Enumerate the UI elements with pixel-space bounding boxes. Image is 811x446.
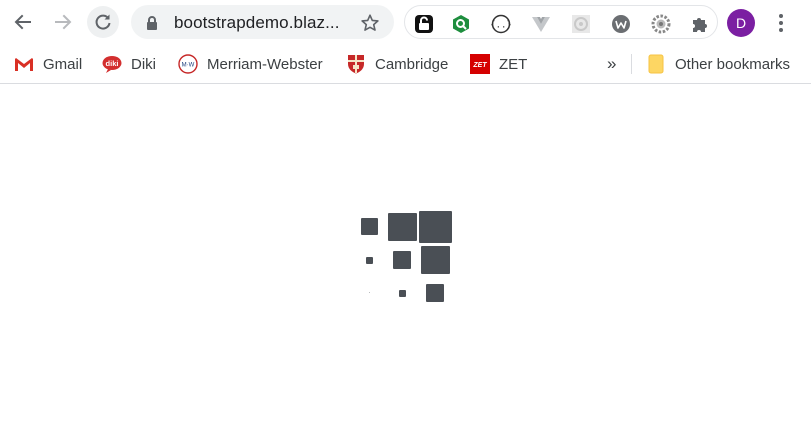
bookmark-label: Diki bbox=[131, 55, 156, 73]
extension-lock[interactable] bbox=[414, 14, 434, 34]
bookmarks-separator bbox=[631, 54, 632, 74]
bookmark-zet[interactable]: ZET ZET bbox=[470, 52, 527, 76]
bookmark-gmail[interactable]: Gmail bbox=[14, 52, 82, 76]
kebab-menu-icon bbox=[779, 14, 783, 32]
page-content bbox=[0, 85, 811, 446]
cambridge-icon bbox=[346, 54, 366, 74]
bookmark-other-folder[interactable]: Other bookmarks bbox=[646, 52, 790, 76]
extension-json[interactable]: {..} bbox=[491, 14, 511, 34]
loader-square bbox=[388, 213, 417, 241]
extension-pattern[interactable] bbox=[571, 14, 591, 34]
w-extension-icon bbox=[612, 15, 630, 33]
bookmark-label: Gmail bbox=[43, 55, 83, 73]
svg-text:M·W: M·W bbox=[182, 63, 195, 69]
loader-square bbox=[419, 211, 452, 243]
loader-square bbox=[366, 257, 373, 264]
loader-square bbox=[369, 292, 370, 293]
puzzle-icon bbox=[693, 18, 707, 32]
bookmark-label: ZET bbox=[499, 55, 528, 73]
url-text: bootstrapdemo.blaz... bbox=[174, 13, 340, 32]
diki-icon: diki bbox=[102, 54, 122, 74]
reload-icon bbox=[95, 14, 111, 30]
loader-square bbox=[399, 290, 406, 297]
extension-search[interactable] bbox=[451, 14, 471, 34]
address-bar[interactable]: bootstrapdemo.blaz... bbox=[131, 5, 394, 39]
lock-icon bbox=[147, 16, 157, 30]
bookmark-merriam-webster[interactable]: M·W Merriam-Webster bbox=[178, 52, 323, 76]
arrow-left-icon bbox=[14, 14, 31, 30]
vue-extension-icon bbox=[532, 17, 550, 32]
overflow-chevron: » bbox=[607, 54, 617, 73]
extension-vue[interactable] bbox=[531, 14, 551, 34]
star-icon[interactable] bbox=[360, 13, 380, 33]
extension-wappalyzer[interactable] bbox=[611, 14, 631, 34]
back-button[interactable] bbox=[7, 6, 39, 38]
svg-text:diki: diki bbox=[106, 59, 119, 68]
merriam-webster-icon: M·W bbox=[178, 54, 198, 74]
forward-button[interactable] bbox=[47, 6, 79, 38]
bookmark-cambridge[interactable]: Cambridge bbox=[346, 52, 448, 76]
gear-extension-icon bbox=[651, 14, 671, 34]
loader-square bbox=[361, 218, 378, 235]
pattern-extension-icon bbox=[572, 15, 590, 33]
extensions-bar: {..} bbox=[404, 5, 718, 39]
bookmark-diki[interactable]: diki Diki bbox=[102, 52, 156, 76]
zet-icon: ZET bbox=[470, 54, 490, 74]
folder-icon bbox=[646, 54, 666, 74]
bookmark-label: Other bookmarks bbox=[675, 55, 791, 73]
bookmark-label: Merriam-Webster bbox=[207, 55, 323, 73]
padlock-extension-icon bbox=[415, 15, 433, 33]
braces-extension-icon: {..} bbox=[491, 14, 511, 34]
browser-toolbar: bootstrapdemo.blaz... {..} D bbox=[0, 0, 811, 44]
loader-square bbox=[426, 284, 444, 302]
magnifier-extension-icon bbox=[453, 15, 469, 33]
svg-text:{..}: {..} bbox=[491, 21, 511, 31]
loading-spinner bbox=[0, 85, 811, 446]
extension-gear[interactable] bbox=[651, 14, 671, 34]
extensions-button[interactable] bbox=[690, 14, 710, 34]
arrow-right-icon bbox=[55, 14, 72, 30]
reload-button[interactable] bbox=[87, 6, 119, 38]
profile-avatar[interactable]: D bbox=[727, 9, 755, 37]
gmail-icon bbox=[14, 54, 34, 74]
browser-menu-button[interactable] bbox=[771, 10, 791, 36]
loader-square bbox=[421, 246, 450, 274]
bookmark-label: Cambridge bbox=[375, 55, 449, 73]
bookmarks-bar: Gmail diki Diki M·W Merriam-Webster Camb… bbox=[0, 44, 811, 84]
bookmarks-overflow-button[interactable]: » bbox=[607, 52, 616, 76]
svg-text:ZET: ZET bbox=[472, 62, 487, 69]
loader-square bbox=[393, 251, 411, 269]
